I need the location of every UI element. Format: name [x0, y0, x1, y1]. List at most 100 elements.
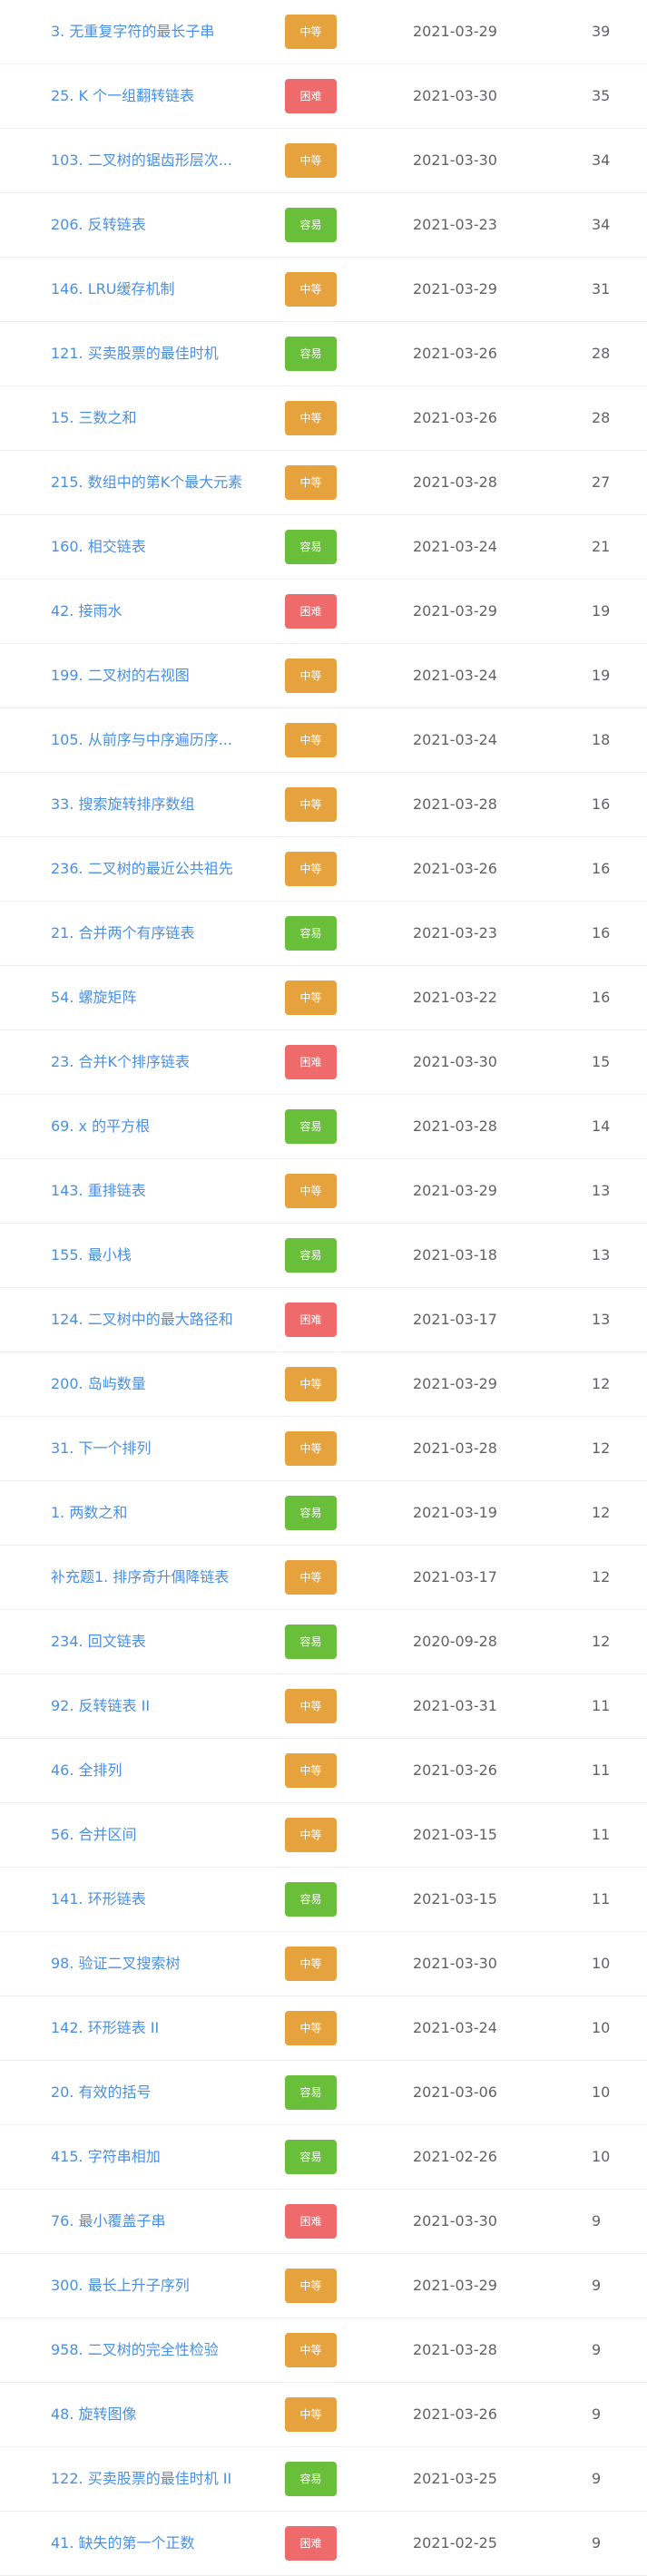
- table-row: 300. 最长上升子序列 中等 2021-03-29 9: [0, 2254, 647, 2318]
- problem-title-link[interactable]: 92. 反转链表 II: [51, 1674, 269, 1738]
- last-date: 2021-03-28: [413, 1439, 497, 1457]
- problem-title-link[interactable]: 124. 二叉树中的最大路径和: [51, 1288, 269, 1351]
- problem-title-link[interactable]: 1. 两数之和: [51, 1481, 269, 1545]
- difficulty-badge: 容易: [285, 2140, 337, 2174]
- problem-title-link[interactable]: 33. 搜索旋转排序数组: [51, 773, 269, 836]
- frequency-count: 9: [592, 2212, 602, 2230]
- table-row: 236. 二叉树的最近公共祖先 中等 2021-03-26 16: [0, 837, 647, 902]
- frequency-count: 13: [592, 1311, 611, 1328]
- problem-title-link[interactable]: 142. 环形链表 II: [51, 1996, 269, 2060]
- frequency-count: 9: [592, 2405, 602, 2423]
- frequency-count: 11: [592, 1697, 611, 1714]
- table-row: 122. 买卖股票的最佳时机 II 容易 2021-03-25 9: [0, 2447, 647, 2512]
- problem-title-link[interactable]: 46. 全排列: [51, 1739, 269, 1802]
- problem-title-link[interactable]: 20. 有效的括号: [51, 2061, 269, 2124]
- problem-title-link[interactable]: 48. 旋转图像: [51, 2383, 269, 2446]
- problem-title-link[interactable]: 958. 二叉树的完全性检验: [51, 2318, 269, 2382]
- frequency-count: 15: [592, 1053, 611, 1070]
- problem-title-link[interactable]: 56. 合并区间: [51, 1803, 269, 1867]
- last-date: 2021-03-30: [413, 87, 497, 104]
- last-date: 2021-03-06: [413, 2083, 497, 2101]
- difficulty-badge: 容易: [285, 530, 337, 564]
- table-row: 155. 最小栈 容易 2021-03-18 13: [0, 1224, 647, 1288]
- problem-title-link[interactable]: 199. 二叉树的右视图: [51, 644, 269, 707]
- difficulty-badge: 中等: [285, 2333, 337, 2367]
- difficulty-badge: 容易: [285, 208, 337, 242]
- last-date: 2021-03-29: [413, 280, 497, 298]
- frequency-count: 28: [592, 345, 611, 362]
- difficulty-badge: 中等: [285, 1818, 337, 1852]
- problem-title-link[interactable]: 54. 螺旋矩阵: [51, 966, 269, 1029]
- problem-title-link[interactable]: 103. 二叉树的锯齿形层次...: [51, 129, 269, 192]
- problem-title-link[interactable]: 补充题1. 排序奇升偶降链表: [51, 1546, 269, 1609]
- table-row: 56. 合并区间 中等 2021-03-15 11: [0, 1803, 647, 1868]
- problem-title-link[interactable]: 141. 环形链表: [51, 1868, 269, 1931]
- problem-title-link[interactable]: 122. 买卖股票的最佳时机 II: [51, 2447, 269, 2511]
- last-date: 2021-03-15: [413, 1890, 497, 1908]
- difficulty-badge: 中等: [285, 2269, 337, 2303]
- problem-title-link[interactable]: 215. 数组中的第K个最大元素: [51, 451, 269, 514]
- table-row: 146. LRU缓存机制 中等 2021-03-29 31: [0, 258, 647, 322]
- problem-title-link[interactable]: 160. 相交链表: [51, 515, 269, 579]
- problem-title-link[interactable]: 41. 缺失的第一个正数: [51, 2512, 269, 2575]
- frequency-count: 9: [592, 2277, 602, 2294]
- frequency-count: 10: [592, 2019, 611, 2036]
- table-row: 21. 合并两个有序链表 容易 2021-03-23 16: [0, 902, 647, 966]
- frequency-count: 16: [592, 795, 611, 813]
- table-row: 20. 有效的括号 容易 2021-03-06 10: [0, 2061, 647, 2125]
- table-row: 补充题1. 排序奇升偶降链表 中等 2021-03-17 12: [0, 1546, 647, 1610]
- difficulty-badge: 困难: [285, 594, 337, 629]
- problem-title-link[interactable]: 98. 验证二叉搜索树: [51, 1932, 269, 1995]
- problem-title-link[interactable]: 25. K 个一组翻转链表: [51, 64, 269, 128]
- last-date: 2021-03-29: [413, 2277, 497, 2294]
- problem-title-link[interactable]: 200. 岛屿数量: [51, 1352, 269, 1416]
- table-row: 25. K 个一组翻转链表 困难 2021-03-30 35: [0, 64, 647, 129]
- frequency-count: 31: [592, 280, 611, 298]
- frequency-count: 16: [592, 924, 611, 942]
- difficulty-badge: 容易: [285, 916, 337, 951]
- problem-title-link[interactable]: 206. 反转链表: [51, 193, 269, 257]
- frequency-count: 9: [592, 2341, 602, 2358]
- last-date: 2021-03-23: [413, 216, 497, 233]
- frequency-count: 13: [592, 1182, 611, 1199]
- table-row: 46. 全排列 中等 2021-03-26 11: [0, 1739, 647, 1803]
- difficulty-badge: 中等: [285, 143, 337, 178]
- table-row: 200. 岛屿数量 中等 2021-03-29 12: [0, 1352, 647, 1417]
- frequency-count: 18: [592, 731, 611, 748]
- table-row: 3. 无重复字符的最长子串 中等 2021-03-29 39: [0, 0, 647, 64]
- last-date: 2021-03-30: [413, 2212, 497, 2230]
- frequency-count: 27: [592, 473, 611, 491]
- problem-title-link[interactable]: 234. 回文链表: [51, 1610, 269, 1673]
- difficulty-badge: 困难: [285, 1303, 337, 1337]
- problem-title-link[interactable]: 76. 最小覆盖子串: [51, 2190, 269, 2253]
- frequency-count: 9: [592, 2534, 602, 2552]
- problem-title-link[interactable]: 3. 无重复字符的最长子串: [51, 0, 269, 63]
- problem-title-link[interactable]: 21. 合并两个有序链表: [51, 902, 269, 965]
- difficulty-badge: 中等: [285, 981, 337, 1015]
- problem-title-link[interactable]: 31. 下一个排列: [51, 1417, 269, 1480]
- problem-title-link[interactable]: 105. 从前序与中序遍历序...: [51, 708, 269, 772]
- table-row: 41. 缺失的第一个正数 困难 2021-02-25 9: [0, 2512, 647, 2576]
- frequency-count: 14: [592, 1117, 611, 1135]
- last-date: 2021-03-17: [413, 1568, 497, 1586]
- problem-title-link[interactable]: 15. 三数之和: [51, 386, 269, 450]
- problem-title-link[interactable]: 415. 字符串相加: [51, 2125, 269, 2189]
- last-date: 2021-03-24: [413, 538, 497, 555]
- table-row: 15. 三数之和 中等 2021-03-26 28: [0, 386, 647, 451]
- problem-title-link[interactable]: 146. LRU缓存机制: [51, 258, 269, 321]
- last-date: 2021-03-15: [413, 1826, 497, 1843]
- problem-title-link[interactable]: 42. 接雨水: [51, 580, 269, 643]
- problem-title-link[interactable]: 143. 重排链表: [51, 1159, 269, 1223]
- difficulty-badge: 困难: [285, 1045, 337, 1079]
- problem-title-link[interactable]: 236. 二叉树的最近公共祖先: [51, 837, 269, 901]
- problem-title-link[interactable]: 300. 最长上升子序列: [51, 2254, 269, 2317]
- last-date: 2021-03-26: [413, 345, 497, 362]
- problem-title-link[interactable]: 69. x 的平方根: [51, 1095, 269, 1158]
- last-date: 2021-03-28: [413, 2341, 497, 2358]
- table-row: 142. 环形链表 II 中等 2021-03-24 10: [0, 1996, 647, 2061]
- problem-title-link[interactable]: 23. 合并K个排序链表: [51, 1030, 269, 1094]
- problem-title-link[interactable]: 121. 买卖股票的最佳时机: [51, 322, 269, 385]
- last-date: 2021-03-19: [413, 1504, 497, 1521]
- problem-title-link[interactable]: 155. 最小栈: [51, 1224, 269, 1287]
- table-row: 92. 反转链表 II 中等 2021-03-31 11: [0, 1674, 647, 1739]
